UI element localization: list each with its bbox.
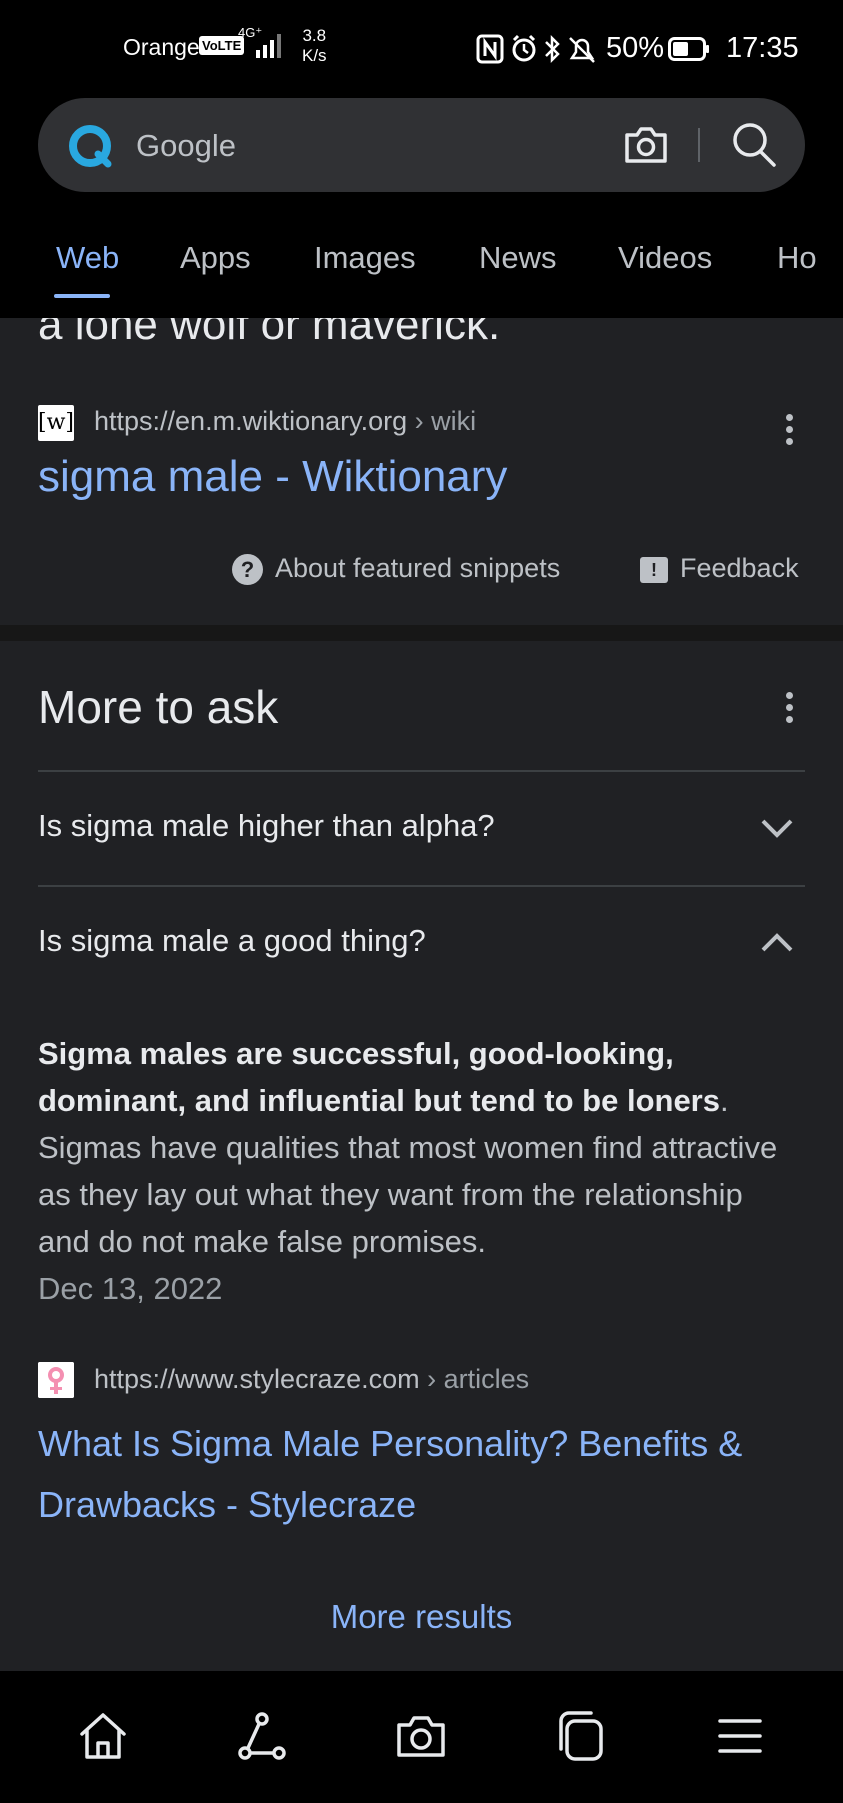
status-bar: Orange VoLTE 4G⁺ 3.8 K/s 50% 17:35 (0, 0, 843, 100)
camera-icon[interactable] (394, 1709, 448, 1763)
tab-videos[interactable]: Videos (618, 240, 712, 276)
battery-percent: 50% (606, 32, 665, 64)
source-url[interactable]: https://www.stylecraze.com › articles (94, 1364, 529, 1395)
help-icon: ? (232, 554, 263, 586)
result-title-link[interactable]: sigma male - Wiktionary (38, 452, 507, 502)
wiktionary-favicon-icon: [w] (38, 405, 74, 441)
carrier-label: Orange (123, 34, 200, 60)
feedback-icon: ! (640, 556, 668, 583)
question-item-expanded[interactable]: Is sigma male a good thing? (38, 923, 426, 959)
search-query[interactable]: Google (136, 128, 236, 164)
menu-icon[interactable] (713, 1709, 767, 1763)
feedback-button[interactable]: ! Feedback (640, 553, 799, 584)
chevron-up-icon[interactable] (758, 931, 796, 955)
tab-web[interactable]: Web (56, 240, 119, 276)
bluetooth-icon (545, 34, 560, 64)
share-icon[interactable] (235, 1709, 289, 1763)
network-speed: 3.8 K/s (302, 26, 327, 65)
chevron-down-icon[interactable] (758, 816, 796, 840)
clock: 17:35 (726, 32, 799, 64)
tab-apps[interactable]: Apps (180, 240, 251, 276)
search-header: Google Web Apps Images News Videos Ho (0, 98, 843, 318)
divider (38, 885, 805, 887)
more-to-ask-title: More to ask (38, 681, 279, 733)
tab-home[interactable]: Ho (777, 240, 817, 276)
divider (38, 770, 805, 772)
about-featured-snippets-button[interactable]: ? About featured snippets (232, 553, 560, 586)
home-icon[interactable] (76, 1709, 130, 1763)
separator (698, 128, 700, 162)
alarm-icon (512, 34, 536, 62)
tab-news[interactable]: News (479, 240, 557, 276)
question-item[interactable]: Is sigma male higher than alpha? (38, 808, 495, 844)
section-divider (0, 625, 843, 641)
source-title-link[interactable]: What Is Sigma Male Personality? Benefits… (38, 1413, 798, 1535)
more-results-button[interactable]: More results (0, 1598, 843, 1636)
tab-images[interactable]: Images (314, 240, 416, 276)
status-icons (476, 34, 595, 64)
active-tab-indicator (54, 294, 110, 298)
bottom-navigation (0, 1671, 843, 1803)
nfc-icon (476, 34, 504, 64)
stylecraze-favicon-icon (38, 1362, 74, 1398)
battery-icon (668, 37, 709, 61)
search-icon[interactable] (731, 121, 777, 169)
result-url[interactable]: https://en.m.wiktionary.org › wiki (94, 406, 476, 437)
more-options-icon[interactable] (786, 414, 794, 448)
mute-icon (569, 37, 595, 63)
browser-logo-icon (69, 125, 112, 168)
more-to-ask-menu-icon[interactable] (786, 692, 794, 726)
answer-snippet: Sigma males are successful, good-looking… (38, 1036, 778, 1306)
camera-search-icon[interactable] (623, 123, 669, 167)
answer-date: Dec 13, 2022 (38, 1271, 223, 1306)
search-tabs: Web Apps Images News Videos Ho (0, 230, 843, 318)
signal-icon (256, 34, 281, 58)
tabs-icon[interactable] (555, 1709, 609, 1763)
search-bar[interactable]: Google (38, 98, 805, 192)
